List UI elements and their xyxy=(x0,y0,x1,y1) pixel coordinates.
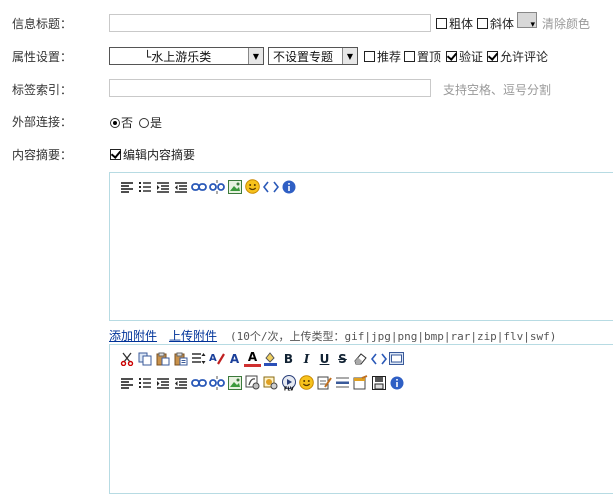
topic-select[interactable]: 不设置专题 ▼ xyxy=(268,47,358,65)
indent-icon[interactable] xyxy=(154,374,171,391)
copy-icon[interactable] xyxy=(136,350,153,367)
align-left-icon[interactable] xyxy=(118,374,135,391)
outdent-icon[interactable] xyxy=(172,374,189,391)
italic-option[interactable]: 斜体 xyxy=(477,15,514,32)
format-painter-icon[interactable]: A xyxy=(208,350,225,367)
allow-comment-option-label: 允许评论 xyxy=(500,50,549,64)
horizontal-rule-icon[interactable] xyxy=(334,374,351,391)
external-yes-label: 是 xyxy=(150,116,163,130)
emoticon-icon[interactable] xyxy=(298,374,315,391)
verify-checkbox[interactable] xyxy=(446,51,457,62)
summary-label: 内容摘要： xyxy=(12,148,73,162)
list-icon[interactable] xyxy=(136,178,153,195)
verify-option[interactable]: 验证 xyxy=(446,48,483,65)
external-no-radio[interactable] xyxy=(110,117,120,128)
tag-label: 标签索引： xyxy=(12,83,73,97)
external-yes-option[interactable]: 是 xyxy=(139,114,162,131)
about-icon[interactable] xyxy=(280,178,297,195)
summary-editor xyxy=(109,172,613,321)
content-editor-area[interactable] xyxy=(110,397,613,493)
font-size-icon[interactable]: A xyxy=(226,350,243,367)
unlink-icon[interactable] xyxy=(208,374,225,391)
edit-summary-checkbox[interactable] xyxy=(110,149,121,160)
upload-attachment-link[interactable]: 上传附件 xyxy=(169,327,217,344)
chevron-down-icon[interactable]: ▼ xyxy=(248,48,263,64)
top-option[interactable]: 置顶 xyxy=(404,48,441,65)
allow-comment-option[interactable]: 允许评论 xyxy=(487,48,548,65)
content-editor: A A A B I U S FLV xyxy=(109,344,613,494)
color-swatch-icon[interactable] xyxy=(517,12,537,30)
background-color-icon[interactable] xyxy=(262,350,279,367)
unlink-icon[interactable] xyxy=(208,178,225,195)
bold-option-label: 粗体 xyxy=(449,17,474,31)
svg-text:FLV: FLV xyxy=(284,386,294,391)
bold-icon[interactable]: B xyxy=(280,350,297,367)
source-code-icon[interactable] xyxy=(262,178,279,195)
underline-icon[interactable]: U xyxy=(316,350,333,367)
about-icon[interactable] xyxy=(388,374,405,391)
outdent-icon[interactable] xyxy=(172,178,189,195)
topic-select-value: 不设置专题 xyxy=(273,49,334,64)
italic-checkbox[interactable] xyxy=(477,18,488,29)
summary-editor-area[interactable] xyxy=(110,201,613,320)
external-no-option[interactable]: 否 xyxy=(110,114,133,131)
edit-note-icon[interactable] xyxy=(316,374,333,391)
chevron-down-icon[interactable]: ▼ xyxy=(342,48,357,64)
source-code-icon[interactable] xyxy=(370,350,387,367)
template-icon[interactable] xyxy=(352,374,369,391)
image-icon[interactable] xyxy=(226,178,243,195)
paste-icon[interactable] xyxy=(154,350,171,367)
attr-label: 属性设置： xyxy=(12,50,73,64)
image-icon[interactable] xyxy=(226,374,243,391)
title-label: 信息标题： xyxy=(12,17,73,31)
allow-comment-checkbox[interactable] xyxy=(487,51,498,62)
external-yes-radio[interactable] xyxy=(139,117,149,128)
flash-icon[interactable] xyxy=(244,374,261,391)
paste-text-icon[interactable] xyxy=(172,350,189,367)
edit-summary-option-label: 编辑内容摘要 xyxy=(123,148,196,162)
emoticon-icon[interactable] xyxy=(244,178,261,195)
tag-hint: 支持空格、逗号分割 xyxy=(443,83,552,97)
link-icon[interactable] xyxy=(190,374,207,391)
svg-text:A: A xyxy=(209,353,217,364)
category-select[interactable]: └水上游乐类 ▼ xyxy=(109,47,264,65)
media-icon[interactable] xyxy=(262,374,279,391)
cut-icon[interactable] xyxy=(118,350,135,367)
indent-icon[interactable] xyxy=(154,178,171,195)
recommend-option[interactable]: 推荐 xyxy=(364,48,401,65)
add-attachment-link[interactable]: 添加附件 xyxy=(109,327,157,344)
summary-toolbar xyxy=(118,178,298,195)
clear-color-link[interactable]: 清除颜色 xyxy=(542,15,590,32)
top-checkbox[interactable] xyxy=(404,51,415,62)
flv-video-icon[interactable]: FLV xyxy=(280,374,297,391)
content-toolbar-row-2: FLV xyxy=(118,374,406,391)
italic-option-label: 斜体 xyxy=(490,17,515,31)
eraser-icon[interactable] xyxy=(352,350,369,367)
line-height-icon[interactable] xyxy=(190,350,207,367)
top-option-label: 置顶 xyxy=(417,50,442,64)
title-color-picker[interactable] xyxy=(514,12,537,30)
font-color-icon[interactable]: A xyxy=(244,351,261,367)
verify-option-label: 验证 xyxy=(459,50,484,64)
bold-checkbox[interactable] xyxy=(436,18,447,29)
fullscreen-icon[interactable] xyxy=(388,350,405,367)
list-icon[interactable] xyxy=(136,374,153,391)
attachment-info: (10个/次，上传类型：gif|jpg|png|bmp|rar|zip|flv|… xyxy=(230,330,557,343)
bold-option[interactable]: 粗体 xyxy=(436,15,473,32)
content-toolbar-row-1: A A A B I U S xyxy=(118,350,406,367)
recommend-option-label: 推荐 xyxy=(377,50,402,64)
link-icon[interactable] xyxy=(190,178,207,195)
align-left-icon[interactable] xyxy=(118,178,135,195)
external-no-label: 否 xyxy=(121,116,134,130)
recommend-checkbox[interactable] xyxy=(364,51,375,62)
edit-summary-option[interactable]: 编辑内容摘要 xyxy=(110,146,195,163)
save-icon[interactable] xyxy=(370,374,387,391)
strikethrough-icon[interactable]: S xyxy=(334,350,351,367)
title-input[interactable] xyxy=(109,14,431,32)
external-label: 外部连接： xyxy=(12,115,73,129)
category-select-value: └水上游乐类 xyxy=(144,49,212,64)
italic-icon[interactable]: I xyxy=(298,350,315,367)
tag-input[interactable] xyxy=(109,79,431,97)
